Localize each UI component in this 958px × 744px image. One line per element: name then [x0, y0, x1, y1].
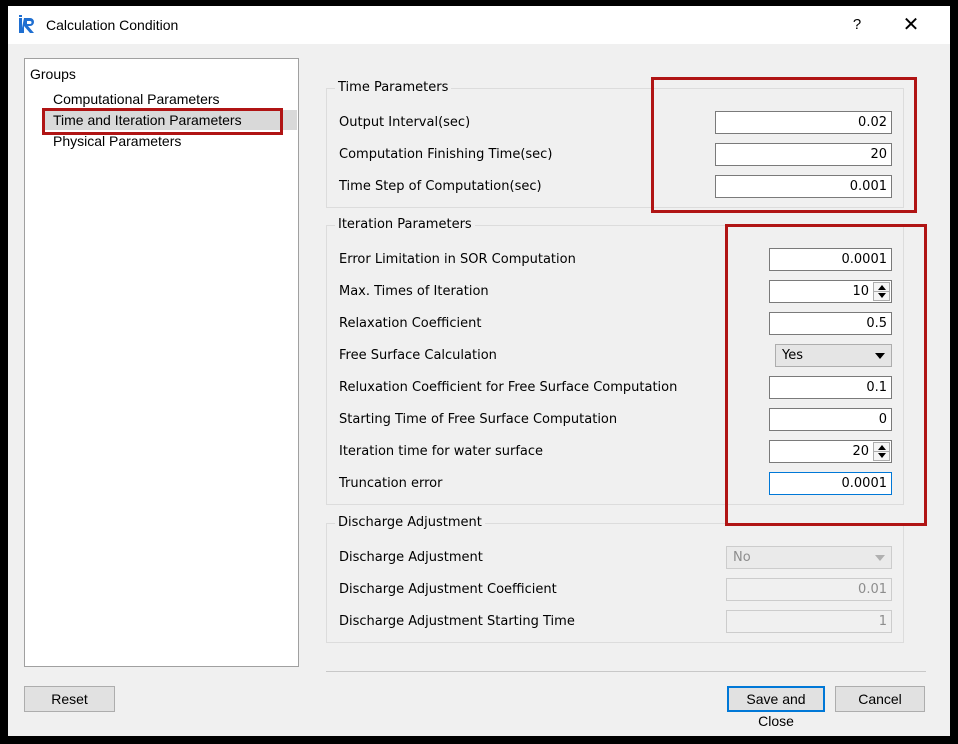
reset-button[interactable]: Reset	[24, 686, 115, 712]
truncation-label: Truncation error	[339, 476, 443, 491]
discharge-adjustment-group: Discharge Adjustment Discharge Adjustmen…	[326, 515, 904, 643]
iter-water-label: Iteration time for water surface	[339, 444, 544, 459]
groups-tree: Groups Computational Parameters Time and…	[24, 58, 299, 667]
discharge-adjustment-title: Discharge Adjustment	[335, 515, 485, 530]
window-title: Calculation Condition	[46, 17, 179, 33]
group-item-computational[interactable]: Computational Parameters	[45, 89, 228, 109]
iteration-parameters-title: Iteration Parameters	[335, 217, 475, 232]
close-button[interactable]: ✕	[896, 12, 926, 38]
free-surface-label: Free Surface Calculation	[339, 348, 497, 363]
highlight-box-iteration	[725, 224, 927, 526]
max-times-label: Max. Times of Iteration	[339, 284, 489, 299]
save-and-close-button[interactable]: Save and Close	[727, 686, 825, 729]
help-button[interactable]: ?	[844, 12, 870, 38]
discharge-starting-input[interactable]: 1	[726, 610, 892, 633]
calculation-condition-dialog: Calculation Condition ? ✕ Groups Computa…	[8, 6, 950, 736]
time-step-label: Time Step of Computation(sec)	[339, 179, 542, 194]
discharge-adjustment-value: No	[733, 550, 751, 565]
reluxation-fs-label: Reluxation Coefficient for Free Surface …	[339, 380, 678, 395]
groups-root: Groups	[30, 66, 76, 82]
start-fs-label: Starting Time of Free Surface Computatio…	[339, 412, 618, 427]
output-interval-label: Output Interval(sec)	[339, 115, 471, 130]
cancel-button[interactable]: Cancel	[835, 686, 925, 712]
discharge-starting-label: Discharge Adjustment Starting Time	[339, 614, 575, 629]
discharge-coefficient-input[interactable]: 0.01	[726, 578, 892, 601]
discharge-adjustment-select[interactable]: No	[726, 546, 892, 569]
bottom-separator	[326, 671, 926, 672]
title-bar: Calculation Condition ? ✕	[8, 6, 950, 44]
dropdown-arrow-icon	[875, 555, 885, 561]
relaxation-label: Relaxation Coefficient	[339, 316, 482, 331]
highlight-box-group	[42, 108, 283, 135]
discharge-coefficient-label: Discharge Adjustment Coefficient	[339, 582, 557, 597]
highlight-box-time	[651, 77, 917, 213]
iric-logo-icon	[19, 15, 34, 33]
time-parameters-title: Time Parameters	[335, 80, 452, 95]
error-limit-label: Error Limitation in SOR Computation	[339, 252, 576, 267]
finishing-time-label: Computation Finishing Time(sec)	[339, 147, 553, 162]
discharge-adjustment-label: Discharge Adjustment	[339, 550, 483, 565]
